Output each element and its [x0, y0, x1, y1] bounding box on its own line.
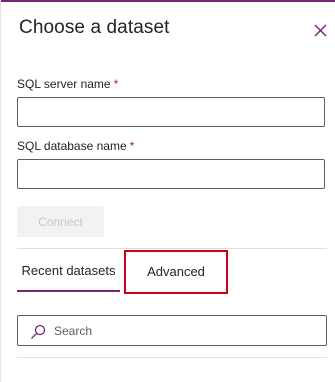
database-name-label-text: SQL database name [17, 139, 127, 153]
search-placeholder: Search [54, 324, 93, 338]
section-divider [17, 248, 327, 249]
search-box[interactable]: Search [17, 315, 327, 346]
database-name-input[interactable] [17, 159, 325, 189]
required-mark: * [129, 139, 135, 153]
panel-title: Choose a dataset [19, 17, 170, 38]
required-mark: * [113, 77, 119, 91]
connect-button[interactable]: Connect [17, 206, 104, 237]
close-button[interactable] [311, 20, 331, 40]
server-name-label-text: SQL server name [17, 77, 111, 91]
server-name-label: SQL server name * [17, 77, 118, 91]
window-top-border [0, 0, 335, 2]
tab-advanced[interactable]: Advanced [124, 250, 228, 294]
database-name-label: SQL database name * [17, 139, 134, 153]
close-icon [314, 24, 327, 37]
search-icon [31, 324, 46, 339]
panel-left-edge [0, 0, 1, 382]
server-name-input[interactable] [17, 97, 325, 127]
tab-recent-datasets[interactable]: Recent datasets [17, 254, 120, 294]
tab-selected-indicator [17, 290, 120, 292]
bottom-divider [17, 357, 327, 358]
